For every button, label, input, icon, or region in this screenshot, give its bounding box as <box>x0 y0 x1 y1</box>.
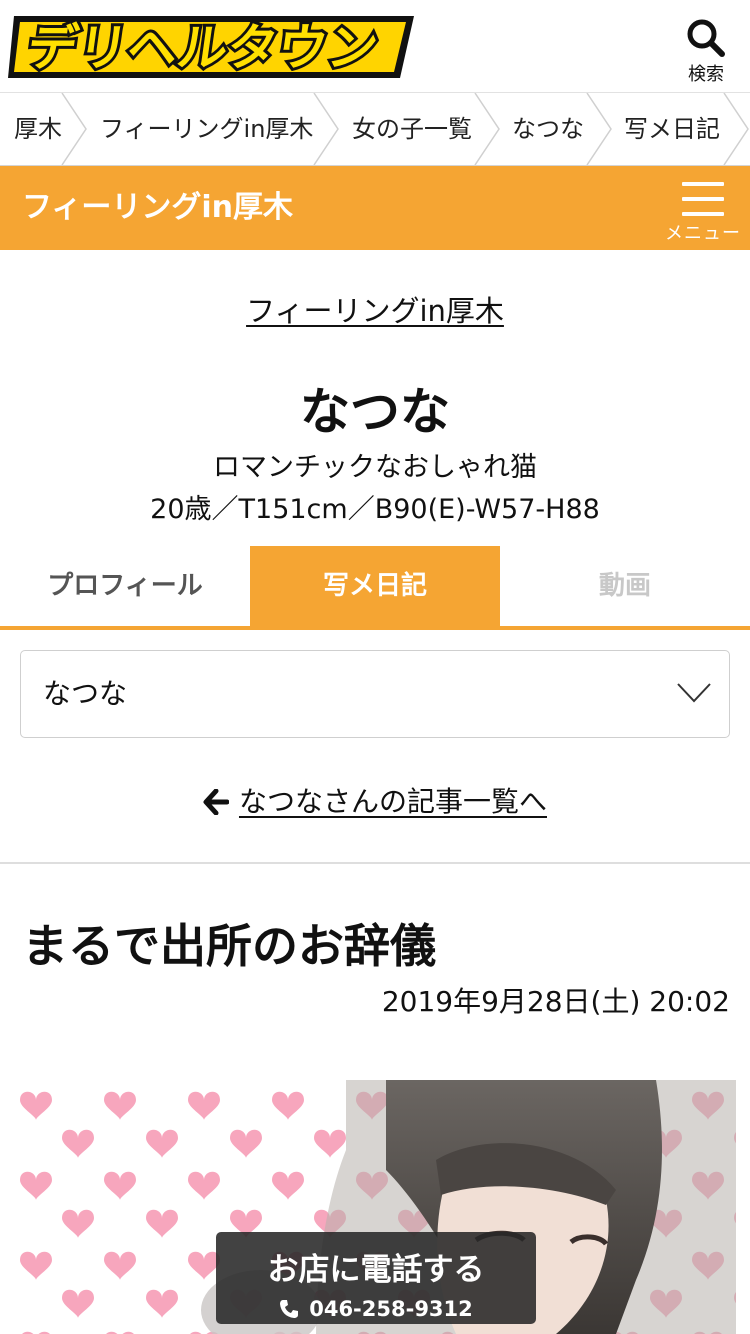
breadcrumb-separator-icon <box>61 93 87 165</box>
menu-button[interactable]: メニュー <box>664 178 742 246</box>
breadcrumb-item-girl-list[interactable]: 女の子一覧 <box>352 93 472 165</box>
section-divider <box>0 862 750 864</box>
shop-link-wrapper: フィーリングin厚木 <box>0 288 750 330</box>
article-date: 2019年9月28日(土) 20:02 <box>381 985 730 1018</box>
girl-name: なつな <box>300 383 450 441</box>
shop-title[interactable]: フィーリングin厚木 <box>22 166 293 250</box>
breadcrumb-separator-icon <box>723 93 749 165</box>
call-number-row: 046-258-9312 <box>216 1297 536 1321</box>
shop-title-bar: フィーリングin厚木 メニュー <box>0 166 750 250</box>
breadcrumb-separator-icon <box>474 93 500 165</box>
select-value: なつな <box>43 677 128 710</box>
breadcrumb-item-area[interactable]: 厚木 <box>14 93 62 165</box>
catch-copy: ロマンチックなおしゃれ猫 <box>213 452 537 483</box>
breadcrumb: 厚木 フィーリングin厚木 女の子一覧 なつな 写メ日記 <box>0 92 750 166</box>
breadcrumb-item-girl[interactable]: なつな <box>512 93 584 165</box>
girl-filter-select[interactable]: なつな <box>20 650 730 738</box>
back-link-wrapper: なつなさんの記事一覧へ <box>0 780 750 820</box>
back-to-articles-link[interactable]: なつなさんの記事一覧へ <box>203 785 547 818</box>
profile-tabs: プロフィール 写メ日記 動画 <box>0 546 750 626</box>
logo-text: デリヘルタウン <box>24 18 382 77</box>
site-logo[interactable]: デリヘルタウン <box>8 10 418 82</box>
tab-video: 動画 <box>598 571 651 601</box>
search-icon <box>687 19 725 57</box>
tab-profile[interactable]: プロフィール <box>0 546 250 626</box>
arrow-left-icon <box>203 788 230 816</box>
article-title: まるで出所のお辞儀 <box>22 919 436 973</box>
phone-icon <box>280 1300 299 1318</box>
call-button-title: お店に電話する <box>267 1252 485 1288</box>
tab-underline <box>0 626 750 630</box>
breadcrumb-item-shop[interactable]: フィーリングin厚木 <box>100 93 313 165</box>
shop-link[interactable]: フィーリングin厚木 <box>246 294 504 328</box>
hamburger-icon <box>664 182 742 216</box>
logo-graphic: デリヘルタウン <box>8 15 414 80</box>
breadcrumb-item-diary[interactable]: 写メ日記 <box>624 93 720 165</box>
search-label: 検索 <box>688 64 724 85</box>
call-shop-button[interactable]: お店に電話する 046-258-9312 <box>216 1232 536 1324</box>
girl-specs: 20歳／T151cm／B90(E)-W57-H88 <box>150 494 600 525</box>
breadcrumb-separator-icon <box>586 93 612 165</box>
search-button[interactable]: 検索 <box>684 18 728 86</box>
phone-number: 046-258-9312 <box>309 1297 473 1321</box>
site-header: デリヘルタウン 検索 <box>0 0 750 92</box>
tab-photo-diary[interactable]: 写メ日記 <box>250 546 500 626</box>
breadcrumb-separator-icon <box>313 93 339 165</box>
back-link-label: なつなさんの記事一覧へ <box>238 785 547 818</box>
chevron-down-icon <box>677 683 711 703</box>
menu-label: メニュー <box>665 223 741 244</box>
